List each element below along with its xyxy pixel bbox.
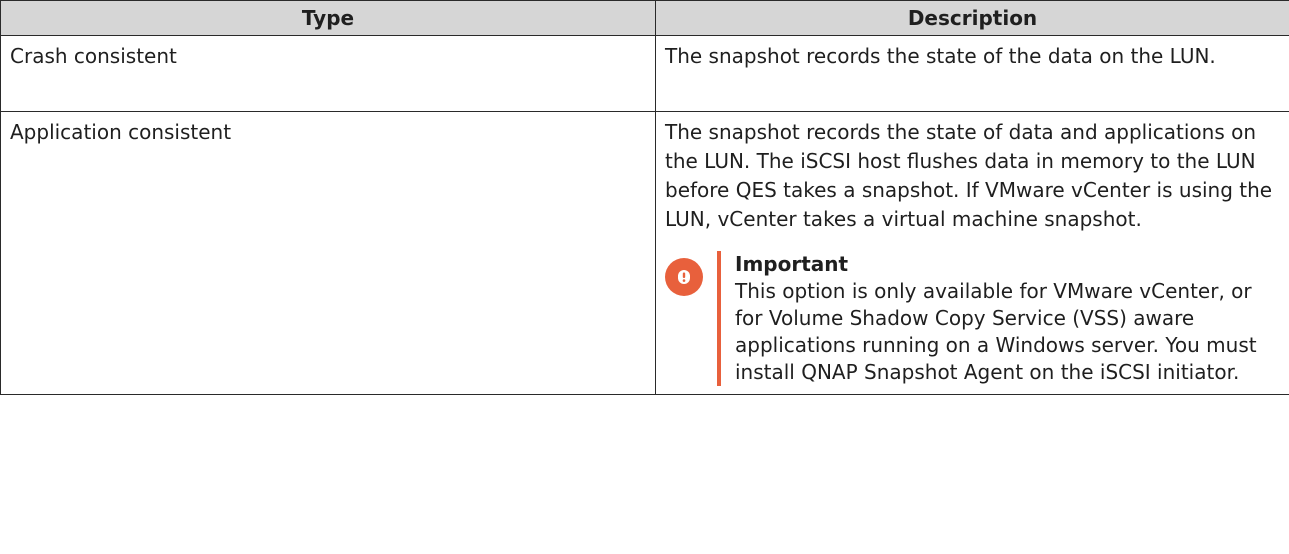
note-title: Important (735, 252, 849, 276)
note-text: This option is only available for VMware… (735, 279, 1257, 384)
header-type: Type (0, 0, 656, 36)
important-note: Important This option is only available … (665, 251, 1281, 386)
description-text: The snapshot records the state of the da… (665, 44, 1216, 68)
table-header-row: Type Description (0, 0, 1289, 36)
important-icon (665, 258, 703, 296)
type-cell: Application consistent (0, 111, 656, 395)
table-row: Crash consistent The snapshot records th… (0, 35, 1289, 112)
description-text: The snapshot records the state of data a… (665, 120, 1273, 231)
snapshot-type-table: Type Description Crash consistent The sn… (0, 0, 1289, 395)
description-cell: The snapshot records the state of data a… (655, 111, 1289, 395)
note-body: Important This option is only available … (717, 251, 1281, 386)
description-cell: The snapshot records the state of the da… (655, 35, 1289, 112)
table-row: Application consistent The snapshot reco… (0, 111, 1289, 395)
type-cell: Crash consistent (0, 35, 656, 112)
header-description: Description (655, 0, 1289, 36)
